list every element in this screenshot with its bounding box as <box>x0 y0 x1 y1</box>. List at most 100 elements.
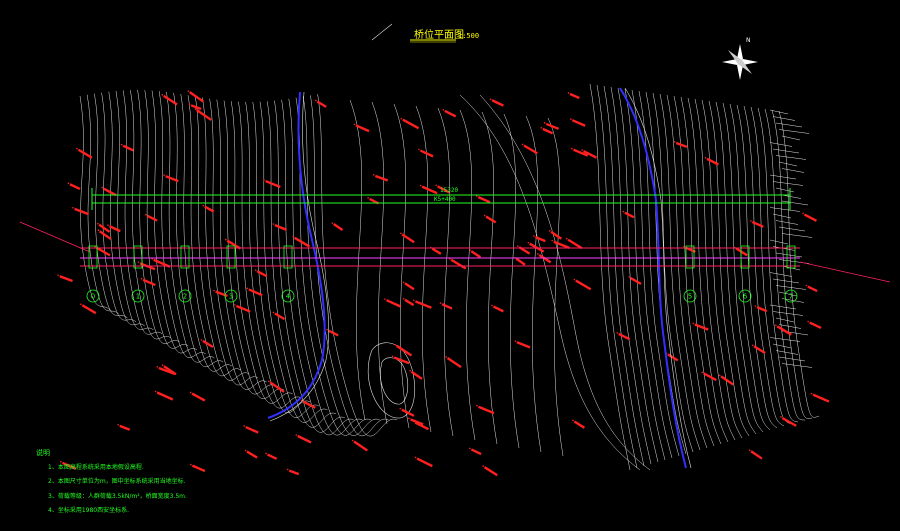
contour-line <box>194 96 250 381</box>
elevation-mark <box>59 275 73 283</box>
bridge-length-label: 15320 <box>440 187 458 194</box>
elevation-dot <box>213 289 215 292</box>
elevation-dot <box>72 206 74 209</box>
elevation-mark <box>470 448 482 456</box>
elevation-mark <box>776 325 792 336</box>
elevation-mark <box>119 424 131 431</box>
elevation-mark <box>288 469 300 476</box>
elevation-dot <box>391 355 394 358</box>
elevation-dot <box>246 287 249 290</box>
elevation-dot <box>243 425 245 427</box>
elevation-dot <box>435 184 437 187</box>
slope-hatch <box>775 285 807 290</box>
elevation-dot <box>409 369 411 372</box>
drawing-title: 桥位平面图 <box>414 30 464 41</box>
contour-loop <box>380 357 409 405</box>
elevation-mark <box>332 223 344 231</box>
elevation-dot <box>161 94 164 96</box>
slope-hatch <box>778 356 806 362</box>
elevation-dot <box>194 108 197 110</box>
elevation-dot <box>187 90 190 92</box>
note-item: 2、本图尺寸单位为m，图中坐标系统采用当地坐标. <box>48 478 186 485</box>
elevation-dot <box>491 304 493 307</box>
elevation-mark <box>274 312 286 321</box>
north-arrow-icon: N <box>722 37 758 80</box>
elevation-mark <box>751 220 764 228</box>
elevation-dot <box>527 241 530 244</box>
elevation-dot <box>353 123 356 126</box>
slope-hatch <box>769 239 789 245</box>
contour-line <box>94 93 128 319</box>
elevation-mark <box>516 341 531 349</box>
elevation-dot <box>295 434 298 436</box>
pier-number-label: 6 <box>743 293 748 301</box>
elevation-mark <box>450 258 467 270</box>
elevation-dot <box>750 220 752 222</box>
elevation-dot <box>482 465 484 467</box>
elevation-dot <box>189 391 192 394</box>
elevation-mark <box>720 375 734 386</box>
elevation-mark <box>624 211 635 219</box>
elevation-dot <box>483 214 486 217</box>
elevation-dot <box>514 340 517 342</box>
elevation-dot <box>202 204 205 207</box>
elevation-mark <box>401 408 415 417</box>
elevation-dot <box>572 419 574 422</box>
elevation-dot <box>399 407 402 410</box>
elevation-dot <box>802 212 804 215</box>
elevation-mark <box>807 285 818 293</box>
pier-number-label: 1 <box>136 293 140 301</box>
elevation-dot <box>516 245 519 247</box>
elevation-mark <box>753 345 766 355</box>
contour-line <box>371 101 388 425</box>
elevation-mark <box>297 434 312 444</box>
elevation-mark <box>267 453 278 460</box>
elevation-mark <box>122 144 134 152</box>
elevation-dot <box>616 332 619 334</box>
elevation-mark <box>404 298 415 307</box>
elevation-dot <box>263 179 265 181</box>
elevation-mark <box>477 196 491 204</box>
elevation-mark <box>571 119 586 127</box>
pier-outline <box>88 245 98 269</box>
elevation-dot <box>326 328 328 331</box>
elevation-dot <box>683 245 685 248</box>
slope-hatch <box>772 181 804 186</box>
elevation-dot <box>272 311 275 314</box>
contour-line <box>209 98 267 390</box>
elevation-mark <box>421 185 438 195</box>
slope-hatch <box>769 304 797 310</box>
pier-number-label: 3 <box>229 293 233 301</box>
contour-line <box>481 111 498 445</box>
survey-cross <box>371 23 393 41</box>
elevation-mark <box>441 303 453 310</box>
elevation-dot <box>286 468 289 471</box>
contour-line <box>764 108 806 421</box>
elevation-mark <box>446 357 462 369</box>
elevation-mark <box>202 339 214 349</box>
slope-hatch <box>781 168 805 173</box>
elevation-mark <box>569 92 580 100</box>
elevation-mark <box>353 440 368 452</box>
river-left <box>267 91 326 419</box>
elevation-mark <box>404 282 415 291</box>
contour-line <box>101 92 137 323</box>
slope-hatch <box>772 278 800 284</box>
elevation-mark <box>750 450 763 460</box>
contour-line <box>266 101 337 428</box>
slope-hatch <box>775 350 799 355</box>
elevation-mark <box>491 99 504 107</box>
contour-line <box>631 89 673 459</box>
elevation-mark <box>694 323 709 331</box>
contour-line <box>137 89 180 344</box>
elevation-dot <box>244 449 247 452</box>
slope-hatch <box>778 226 806 232</box>
pier-outline <box>283 245 293 269</box>
contour-line <box>459 94 641 471</box>
contour-line <box>666 94 708 449</box>
slope-hatch <box>769 337 801 342</box>
elevation-mark <box>483 466 498 477</box>
elevation-dot <box>225 238 227 241</box>
elevation-mark <box>735 247 748 257</box>
contour-line <box>729 103 771 431</box>
